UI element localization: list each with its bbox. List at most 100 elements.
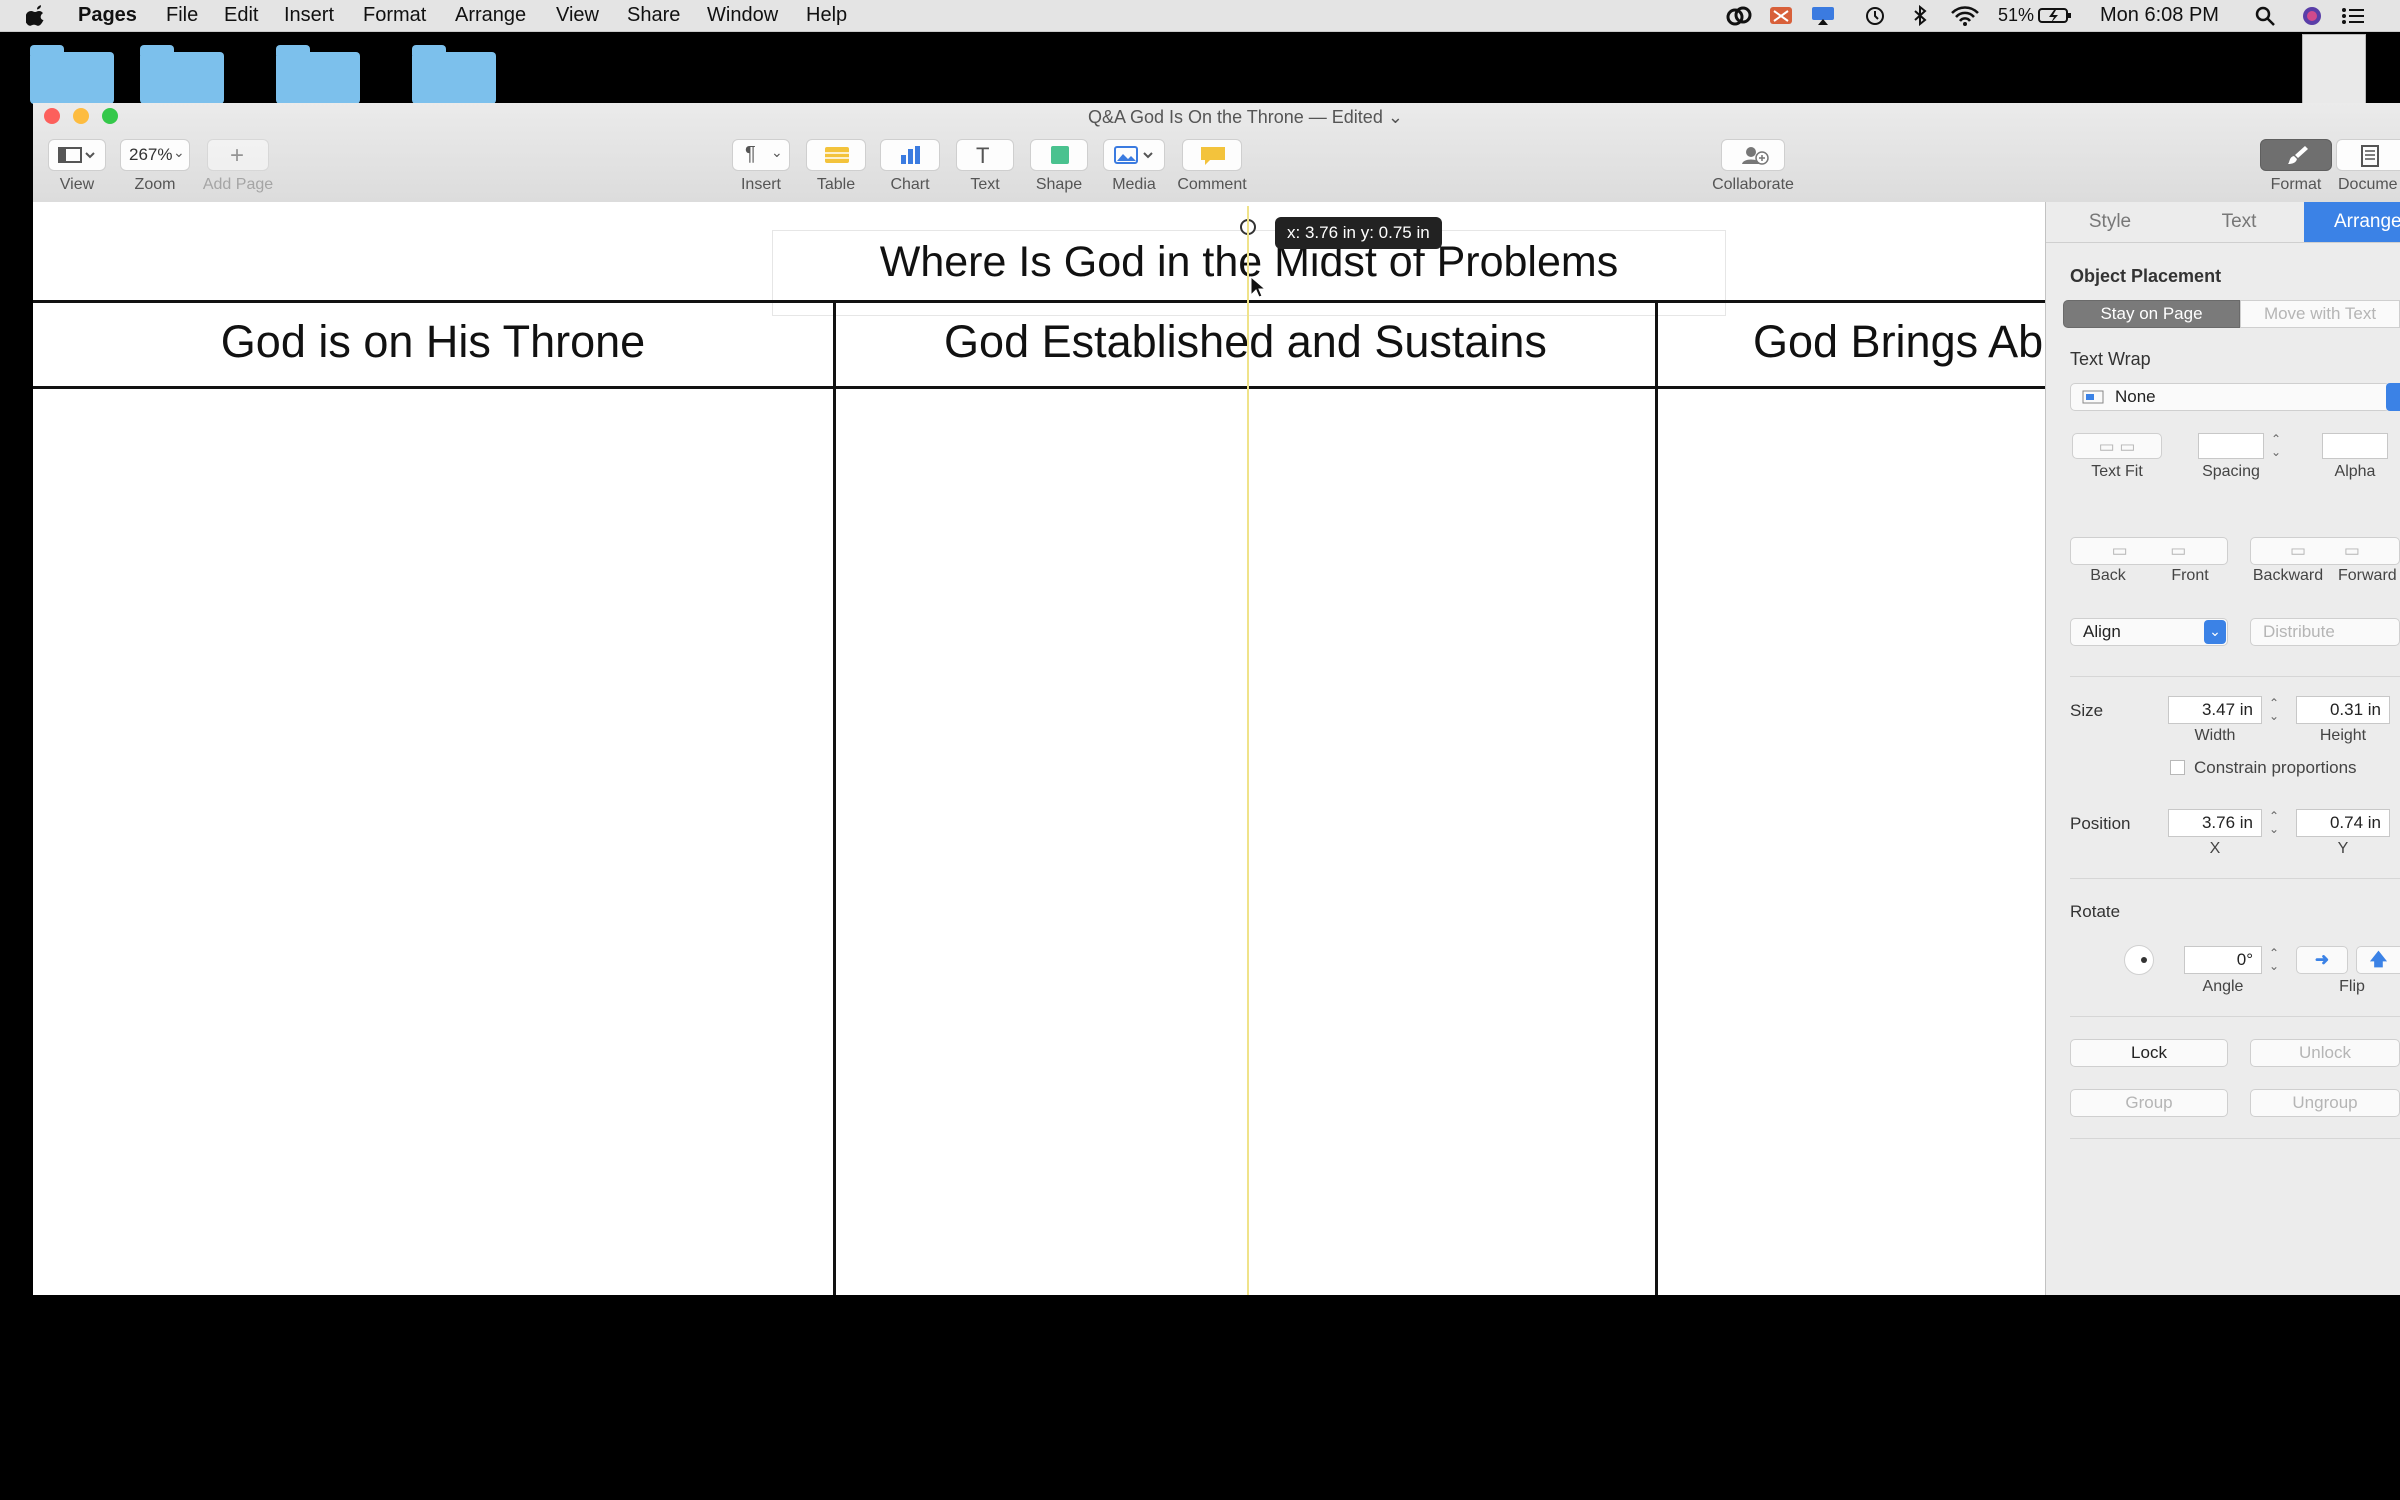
shape-label: Shape (1035, 176, 1083, 193)
menu-share[interactable]: Share (627, 0, 680, 31)
size-label: Size (2070, 701, 2104, 720)
ungroup-button[interactable]: Ungroup (2250, 1089, 2400, 1117)
table-button[interactable] (806, 139, 866, 171)
column-heading-3[interactable]: God Brings Ab (1753, 316, 2043, 368)
text-box-icon: T (976, 143, 990, 168)
width-stepper[interactable]: ⌃ ⌄ (2268, 697, 2280, 723)
bluetooth-icon[interactable] (1912, 5, 1928, 26)
distribute-select[interactable]: Distribute (2250, 618, 2400, 646)
chevron-down-icon: ⌄ (173, 144, 185, 160)
document-label: Docume (2338, 176, 2398, 193)
menu-arrange[interactable]: Arrange (455, 0, 526, 31)
tab-arrange[interactable]: Arrange (2304, 202, 2400, 242)
app-status-icon[interactable] (1768, 5, 1794, 26)
window-title: Q&A God Is On the Throne — Edited ⌄ (1088, 107, 1403, 127)
minimize-window-button[interactable] (73, 108, 89, 124)
tab-text[interactable]: Text (2174, 202, 2304, 242)
menu-window[interactable]: Window (707, 0, 778, 31)
menu-app[interactable]: Pages (78, 0, 137, 31)
spacing-stepper[interactable]: ⌃ ⌄ (2270, 433, 2282, 459)
insert-button[interactable]: ¶ ⌄ (732, 139, 790, 171)
angle-field[interactable]: 0° (2184, 946, 2262, 974)
sidebar-view-icon (58, 147, 95, 163)
text-button[interactable]: T (956, 139, 1014, 171)
document-title[interactable]: Where Is God in the Midst of Problems (772, 238, 1726, 287)
back-front-buttons[interactable]: ▭ ▭ (2070, 537, 2228, 565)
zoom-value: 267% (129, 145, 173, 164)
y-field[interactable]: 0.74 in (2296, 809, 2390, 837)
section-divider (2070, 676, 2400, 677)
text-label: Text (970, 176, 1000, 193)
spotlight-search-icon[interactable] (2254, 5, 2276, 26)
close-window-button[interactable] (44, 108, 60, 124)
tab-style[interactable]: Style (2046, 202, 2174, 242)
wifi-icon[interactable] (1950, 5, 1980, 26)
menubar-clock[interactable]: Mon 6:08 PM (2100, 0, 2219, 31)
collaborate-button[interactable] (1721, 139, 1785, 171)
media-button[interactable] (1103, 139, 1165, 171)
desktop-folder-icon[interactable] (276, 45, 360, 104)
menu-insert[interactable]: Insert (284, 0, 334, 31)
angle-stepper[interactable]: ⌃ ⌄ (2268, 947, 2280, 973)
comment-icon (1201, 147, 1225, 165)
time-machine-icon[interactable] (1862, 5, 1888, 26)
front-label: Front (2171, 567, 2209, 584)
zoom-window-button[interactable] (102, 108, 118, 124)
x-field[interactable]: 3.76 in (2168, 809, 2262, 837)
siri-icon[interactable] (2300, 5, 2324, 26)
section-divider (2070, 878, 2400, 879)
alpha-field[interactable] (2322, 433, 2388, 459)
airplay-icon[interactable] (1810, 5, 1836, 26)
battery-icon[interactable] (2038, 5, 2072, 26)
column-heading-2[interactable]: God Established and Sustains (836, 316, 1655, 368)
constrain-proportions-label: Constrain proportions (2194, 758, 2357, 777)
apple-icon[interactable] (26, 4, 46, 26)
shape-button[interactable] (1030, 139, 1088, 171)
spacing-field[interactable] (2198, 433, 2264, 459)
zoom-select[interactable]: 267% ⌄ (120, 139, 190, 171)
column-heading-1[interactable]: God is on His Throne (33, 316, 833, 368)
width-field[interactable]: 3.47 in (2168, 696, 2262, 724)
desktop-folder-icon[interactable] (30, 45, 114, 104)
format-button[interactable] (2260, 139, 2332, 171)
collaborate-person-plus-icon (1742, 147, 1769, 165)
flip-vertical-button[interactable]: 🡅 (2356, 946, 2400, 974)
lock-button[interactable]: Lock (2070, 1039, 2228, 1067)
text-fit-buttons[interactable]: ▭ ▭ (2072, 433, 2162, 459)
flip-horizontal-button[interactable]: ➜ (2296, 946, 2348, 974)
alignment-guide (1247, 206, 1249, 1295)
view-button[interactable] (48, 139, 106, 171)
move-with-text-button[interactable]: Move with Text (2240, 300, 2400, 328)
backward-forward-buttons[interactable]: ▭ ▭ (2250, 537, 2400, 565)
alpha-label: Alpha (2334, 463, 2376, 480)
unlock-button[interactable]: Unlock (2250, 1039, 2400, 1067)
menu-edit[interactable]: Edit (224, 0, 258, 31)
arrow-right-icon: ➜ (2314, 950, 2330, 969)
object-placement-heading: Object Placement (2070, 266, 2222, 286)
height-field[interactable]: 0.31 in (2296, 696, 2390, 724)
text-wrap-select[interactable]: None (2070, 383, 2390, 411)
desktop-folder-icon[interactable] (412, 45, 496, 104)
chevron-down-icon: ⌄ (2204, 620, 2226, 644)
rotate-dial[interactable] (2124, 945, 2154, 975)
menu-help[interactable]: Help (806, 0, 847, 31)
notification-center-icon[interactable] (2340, 5, 2366, 26)
chart-button[interactable] (880, 139, 940, 171)
menu-view[interactable]: View (556, 0, 599, 31)
stay-on-page-button[interactable]: Stay on Page (2063, 300, 2240, 328)
creative-cloud-icon[interactable] (1725, 5, 1753, 26)
document-button[interactable] (2336, 139, 2400, 171)
height-label: Height (2319, 727, 2367, 744)
group-button[interactable]: Group (2070, 1089, 2228, 1117)
menu-format[interactable]: Format (363, 0, 426, 31)
menu-file[interactable]: File (166, 0, 198, 31)
table-label: Table (816, 176, 856, 193)
select-chevron-icon[interactable] (2386, 383, 2400, 411)
constrain-proportions-checkbox[interactable] (2170, 760, 2185, 775)
desktop-folder-icon[interactable] (140, 45, 224, 104)
desktop-document-thumbnail[interactable] (2302, 34, 2366, 106)
add-page-button[interactable]: + (207, 139, 269, 171)
comment-button[interactable] (1182, 139, 1242, 171)
x-stepper[interactable]: ⌃ ⌄ (2268, 810, 2280, 836)
position-tooltip: x: 3.76 in y: 0.75 in (1275, 217, 1442, 249)
